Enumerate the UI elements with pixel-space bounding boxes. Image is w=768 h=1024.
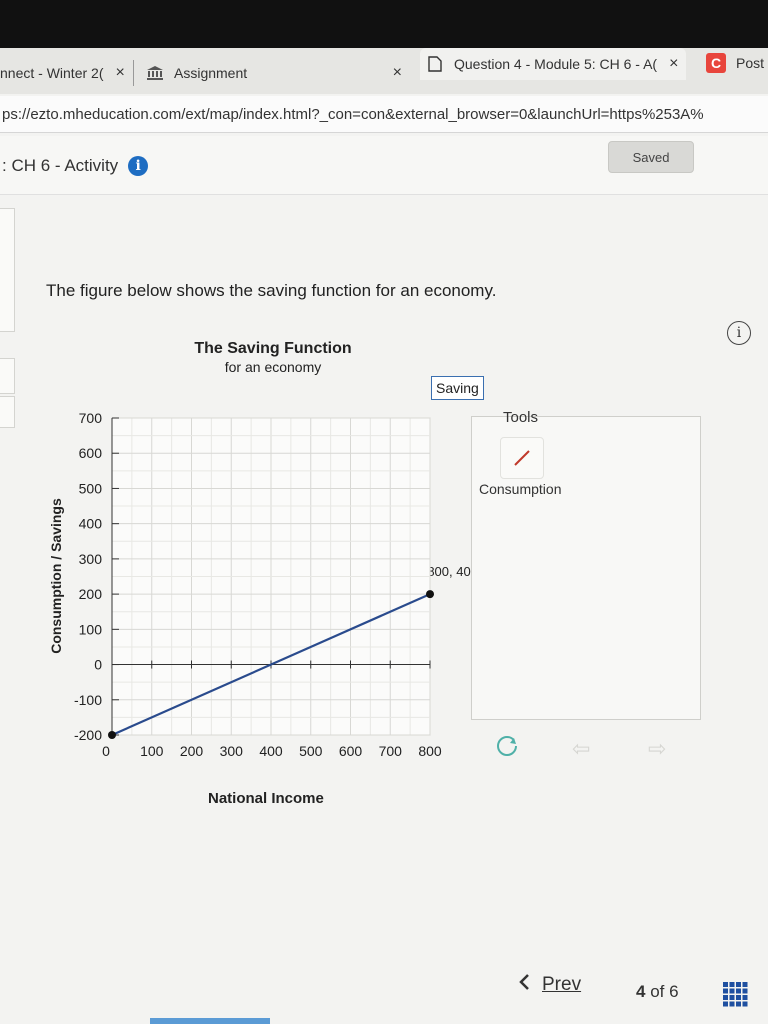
y-tick-label: -200: [74, 727, 102, 743]
y-axis-label: Consumption / Savings: [48, 498, 64, 654]
x-axis-label: National Income: [208, 790, 324, 807]
series-label-text: Saving: [436, 380, 479, 396]
assignment-title-text: : CH 6 - Activity: [2, 156, 119, 175]
y-tick-label: 400: [79, 516, 103, 532]
y-tick-label: 500: [79, 480, 103, 496]
chart-title: The Saving Function: [194, 340, 352, 357]
plot-area: [111, 417, 431, 736]
url-text: ps://ezto.mheducation.com/ext/map/index.…: [2, 105, 704, 123]
question-grid-icon[interactable]: [723, 982, 749, 1013]
x-tick-label: 0: [102, 743, 110, 759]
prev-button[interactable]: Prev: [518, 974, 581, 996]
tab-label: nnect - Winter 2(: [0, 65, 104, 81]
x-tick-label: 800: [418, 743, 442, 759]
y-tick-label: -100: [74, 692, 102, 708]
x-tick-label: 700: [379, 743, 403, 759]
page-indicator: 4 of 6: [636, 982, 679, 1002]
saving-point: [426, 590, 434, 599]
close-icon[interactable]: ×: [669, 55, 678, 73]
reset-icon[interactable]: [494, 733, 520, 764]
close-icon[interactable]: ×: [115, 64, 124, 82]
y-tick-label: 100: [79, 621, 103, 637]
bank-icon: [146, 66, 164, 80]
side-panel-tab[interactable]: [0, 358, 15, 394]
browser-tab-connect[interactable]: nnect - Winter 2( ×: [0, 56, 125, 90]
line-tool-icon[interactable]: [500, 437, 544, 479]
tab-label: Post: [736, 55, 765, 71]
address-bar[interactable]: ps://ezto.mheducation.com/ext/map/index.…: [0, 96, 768, 133]
saved-status-button[interactable]: Saved: [608, 141, 694, 173]
of-label: of: [650, 982, 665, 1001]
assignment-title: : CH 6 - Activity i: [2, 156, 149, 176]
device-top-bezel: [0, 0, 768, 48]
side-panel-tab[interactable]: [0, 396, 15, 428]
current-page: 4: [636, 982, 646, 1001]
question-text: The figure below shows the saving functi…: [46, 281, 497, 300]
document-icon: [428, 56, 442, 72]
tab-divider: [133, 60, 134, 86]
prev-label: Prev: [542, 974, 582, 995]
tools-title: Tools: [503, 409, 539, 426]
y-tick-label: 300: [79, 551, 103, 567]
tab-label: Question 4 - Module 5: CH 6 - A(: [454, 56, 658, 72]
browser-tab-post[interactable]: C Post: [706, 46, 764, 80]
x-tick-label: 400: [259, 743, 283, 759]
y-tick-label: 0: [94, 657, 102, 673]
x-tick-label: 100: [140, 743, 164, 759]
question-info-icon[interactable]: i: [727, 321, 751, 345]
saved-label: Saved: [632, 149, 670, 165]
redo-icon[interactable]: ⇨: [648, 736, 666, 762]
saving-line: [111, 593, 431, 737]
x-tick-label: 600: [339, 743, 363, 759]
total-pages: 6: [669, 982, 679, 1001]
browser-tab-assignment[interactable]: Assignment ×: [146, 56, 402, 90]
tool-consumption-label[interactable]: Consumption: [479, 481, 562, 497]
chart-subtitle: for an economy: [224, 359, 322, 375]
app-logo-icon: C: [706, 53, 726, 73]
x-tick-label: 200: [180, 743, 204, 759]
series-label-saving[interactable]: Saving: [431, 376, 484, 400]
x-tick-label: 500: [299, 743, 323, 759]
tab-label: Assignment: [174, 65, 248, 81]
y-tick-label: 600: [79, 445, 103, 461]
y-tick-label: 200: [79, 586, 103, 602]
info-icon[interactable]: i: [128, 156, 149, 176]
bottom-bar-strip: [150, 1018, 270, 1024]
undo-icon[interactable]: ⇦: [572, 736, 590, 762]
side-panel-tab[interactable]: [0, 208, 15, 332]
x-tick-label: 300: [220, 743, 244, 759]
chevron-left-icon: [518, 974, 530, 996]
saving-point: [108, 731, 116, 739]
close-icon[interactable]: ×: [393, 64, 402, 82]
y-tick-label: 700: [79, 410, 103, 426]
browser-tab-question[interactable]: Question 4 - Module 5: CH 6 - A( ×: [420, 48, 687, 80]
